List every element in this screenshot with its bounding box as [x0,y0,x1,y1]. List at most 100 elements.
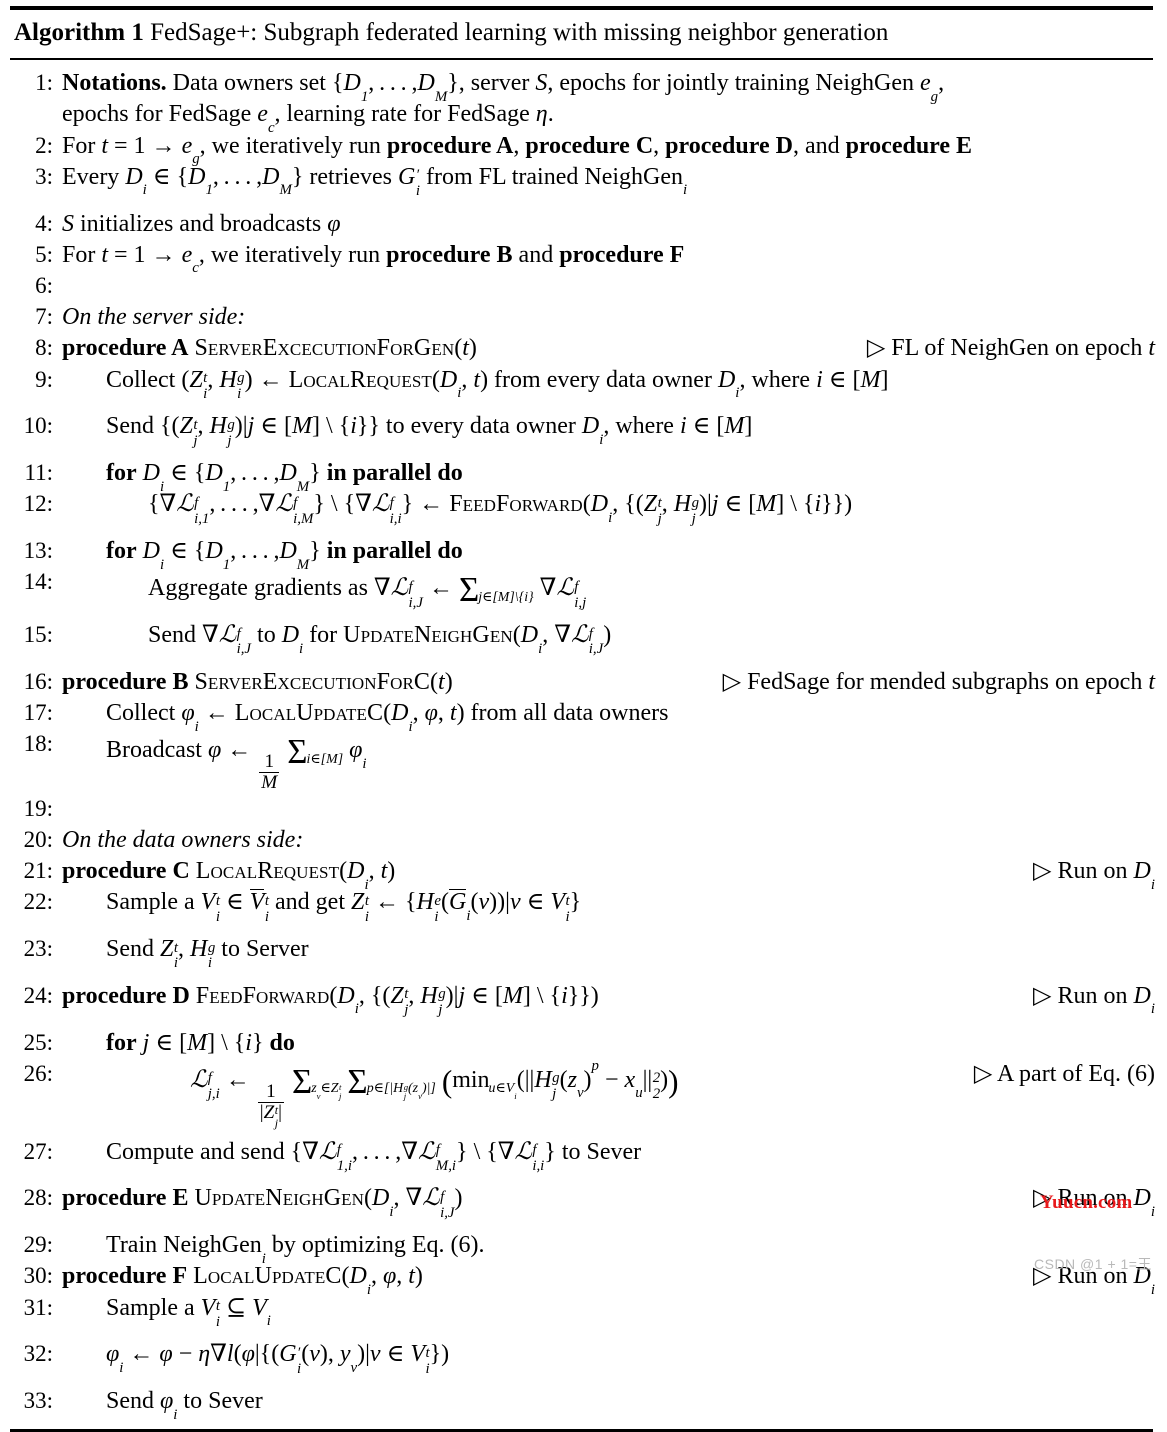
algorithm-line: 29: Train NeighGeni by optimizing Eq. (6… [6,1230,1157,1266]
algorithm-line: 32: φi ← φ − η∇l(φ|{(G ′ i (v), yv)|v ∈ Vti… [6,1339,1157,1386]
line-number: 7: [35,304,53,330]
algorithm-line: 13: for Di ∈ {D1, . . . ,DM} in parallel… [6,536,1157,573]
algorithm-line: 21: procedure C LocalRequest(Di, t) ▷ Ru… [6,856,1157,893]
line-number: 17: [23,700,53,726]
line-body: For t = 1 → eg, we iteratively run proce… [62,132,973,168]
line-number: 9: [35,366,53,392]
algorithm-line: 14: Aggregate gradients as ∇ℒ f i,J ← Σj∈[… [6,567,1157,620]
watermark-csdn: CSDN @1 + 1=王 [1034,1256,1152,1272]
line-number: 11: [24,460,53,486]
algorithm-line: 10: Send {(Z t j, Hg j)|j ∈ [M] \ {i}} to e… [6,411,1157,458]
algorithm-line: 30: procedure F LocalUpdateC(Di, φ, t) ▷… [6,1261,1157,1298]
watermark-site: Yuucn.com [1040,1192,1133,1213]
algorithm-line: 27: Compute and send {∇ℒ f 1,i, . . . ,∇ℒ f… [6,1137,1157,1184]
procedure-name: LocalRequest [288,366,432,393]
procedure-name: FeedForward [195,982,330,1009]
line-body: φi ← φ − η∇l(φ|{(G ′ i (v), yv)|v ∈ Vt i}) [106,1341,450,1377]
line-number: 10: [23,413,53,439]
line-body: Collect (Z t i, Hg i) ← LocalRequest(Di, t)… [106,366,889,403]
line-body: procedure C LocalRequest(Di, t) ▷ Run on… [62,858,1155,893]
line-comment: ▷ Run on Di [1033,858,1155,893]
algorithm-line: 6: [6,271,1157,302]
procedure-name: LocalUpdateC [234,700,384,727]
line-body: Send Zti, Hgi to Server [106,936,309,972]
algorithm-line: 17: Collect φi ← LocalUpdateC(Di, φ, t) … [6,698,1157,735]
line-body: Notations. Data owners set {D1, . . . ,D… [62,70,945,136]
line-number: 18: [23,731,53,757]
algorithm-line: 4: S initializes and broadcasts φ [6,209,1157,240]
line-body: On the data owners side: [62,825,1157,856]
line-number: 20: [23,826,53,852]
line-number: 26: [23,1060,53,1086]
line-body: Collect φi ← LocalUpdateC(Di, φ, t) from… [106,700,669,735]
line-body: procedure A ServerExcecutionForGen(t) ▷ … [62,333,1157,364]
line-number: 24: [23,982,53,1008]
procedure-name: LocalUpdateC [193,1263,342,1290]
algorithm-line: 25: for j ∈ [M] \ {i} do [6,1028,1157,1059]
algorithm-line: 12: {∇ℒ f i,1, . . . ,∇ℒ f i,M} \ {∇ℒ f i,i} ←… [6,489,1157,536]
algorithm-caption: FedSage+: Subgraph federated learning wi… [150,19,889,46]
line-number: 33: [23,1388,53,1414]
line-number: 25: [23,1029,53,1055]
line-number: 12: [23,491,53,517]
algorithm-title: Algorithm 1 FedSage+: Subgraph federated… [6,10,1157,54]
section-header-server: On the server side: [62,304,246,331]
line-number: 23: [23,936,53,962]
notations-keyword: Notations. [62,70,167,97]
algorithm-line: 22: Sample a Vti ∈ Vti and get Zti ← {H e… [6,887,1157,934]
algorithm-line: 26: ℒf j,i ← 1 |Z t j | Σzv∈Z t j Σp∈[|H g j (zv)|… [6,1057,1157,1137]
line-body [62,271,1157,302]
algorithm-line: 19: [6,794,1157,825]
algorithm-block: Algorithm 1 FedSage+: Subgraph federated… [0,6,1167,1432]
line-body: procedure B ServerExcecutionForC(t) ▷ Fe… [62,667,1157,698]
line-number: 27: [23,1138,53,1164]
line-comment: ▷ FedSage for mended subgraphs on epoch … [722,668,1155,695]
line-number: 8: [35,335,53,361]
algorithm-line: 20: On the data owners side: [6,825,1157,856]
line-number: 21: [23,858,53,883]
line-body: Every Di ∈ {D1, . . . ,DM} retrieves G ′ i… [62,163,688,200]
line-number: 30: [23,1263,53,1289]
line-number: 16: [23,668,53,694]
line-number: 5: [35,241,53,267]
line-body: Send ∇ℒ f i,J to Di for UpdateNeighGen(Di,… [148,622,612,658]
line-number: 14: [23,569,53,595]
line-body: Compute and send {∇ℒ f 1,i, . . . ,∇ℒ f M,i}… [106,1138,642,1175]
algorithm-number: Algorithm 1 [14,19,144,46]
line-body: ℒf j,i ← 1 |Z t j | Σzv∈Z t j Σp∈[|H g j (zv)|] (m… [190,1057,1155,1131]
line-body: Sample a Vti ∈ Vti and get Zti ← {H e i (Gi… [106,889,582,925]
line-number: 13: [23,538,53,564]
line-body: procedure F LocalUpdateC(Di, φ, t) ▷ Run… [62,1263,1155,1298]
line-body: Aggregate gradients as ∇ℒ f i,J ← Σj∈[M]\{… [148,570,587,611]
procedure-name: ServerExcecutionForC [194,668,431,695]
algorithm-line: 2: For t = 1 → eg, we iteratively run pr… [6,131,1157,168]
line-body: Broadcast φ ← 1M Σi∈[M] φi [106,732,367,794]
line-body: Sample a Vti ⊆ Vi [106,1294,271,1331]
procedure-name: UpdateNeighGen [194,1185,365,1212]
line-number: 15: [23,622,53,648]
line-number: 19: [23,795,53,821]
procedure-name: UpdateNeighGen [343,622,513,649]
line-number: 29: [23,1232,53,1258]
line-body: {∇ℒ f i,1, . . . ,∇ℒ f i,M} \ {∇ℒ f i,i} ← Fee… [148,491,853,527]
line-number: 4: [35,210,53,236]
line-number: 3: [35,163,53,189]
line-number: 22: [23,889,53,915]
procedure-name: LocalRequest [195,858,340,884]
line-body: for Di ∈ {D1, . . . ,DM} in parallel do [106,538,463,573]
algorithm-line: 5: For t = 1 → ec, we iteratively run pr… [6,240,1157,277]
algorithm-line: 8: procedure A ServerExcecutionForGen(t)… [6,333,1157,364]
line-comment: ▷ A part of Eq. (6) [973,1060,1155,1087]
procedure-name: ServerExcecutionForGen [194,335,455,362]
algorithm-line: 24: procedure D FeedForward(Di, {(Z t j, H… [6,981,1157,1028]
algorithm-line: 18: Broadcast φ ← 1M Σi∈[M] φi [6,729,1157,793]
line-body: for j ∈ [M] \ {i} do [106,1029,295,1056]
algorithm-line: 9: Collect (Z t i, Hg i) ← LocalRequest(Di,… [6,365,1157,412]
algorithm-line: 7: On the server side: [6,302,1157,333]
line-number: 32: [23,1341,53,1367]
algorithm-line: 15: Send ∇ℒ f i,J to Di for UpdateNeighGen… [6,620,1157,667]
line-body: For t = 1 → ec, we iteratively run proce… [62,241,685,277]
algorithm-line: 28: procedure E UpdateNeighGen(Di, ∇ℒ f i,… [6,1183,1157,1230]
line-body: S initializes and broadcasts φ [62,210,341,237]
procedure-name: FeedForward [449,491,583,518]
